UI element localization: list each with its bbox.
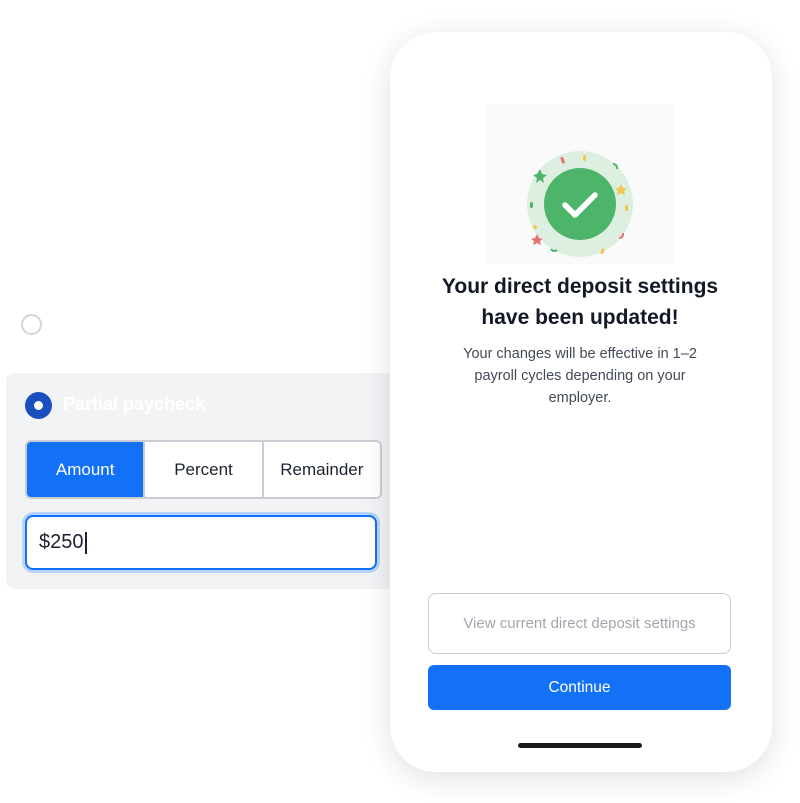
allocation-type-segmented-control: Amount Percent Remainder [25, 440, 382, 499]
continue-button[interactable]: Continue [428, 665, 731, 710]
confirmation-body: Your changes will be effective in 1–2 pa… [445, 343, 715, 409]
body-line-1: Your changes will be effective in 1–2 [463, 346, 697, 362]
text-cursor [84, 531, 87, 554]
confirmation-headline: Your direct deposit settings have been u… [410, 271, 750, 333]
radio-selected-dot [34, 401, 43, 410]
headline-line-1: Your direct deposit settings [441, 275, 719, 298]
radio-partial-paycheck[interactable] [25, 392, 52, 419]
headline-line-2: have been updated! [481, 306, 679, 329]
segment-amount[interactable]: Amount [27, 442, 144, 497]
success-illustration [527, 151, 633, 257]
partial-paycheck-panel: Partial paycheck Amount Percent Remainde… [6, 373, 406, 589]
amount-input-value: $250 [39, 531, 84, 553]
success-circle [544, 168, 616, 240]
home-indicator [518, 743, 642, 748]
body-line-2: payroll cycles depending on your [474, 368, 686, 384]
amount-input[interactable]: $250 [25, 515, 377, 570]
view-settings-button[interactable]: View current direct deposit settings [428, 593, 731, 654]
radio-full-paycheck[interactable] [21, 314, 42, 335]
body-line-3: employer. [548, 390, 612, 406]
segment-remainder[interactable]: Remainder [261, 442, 380, 497]
phone-screen: Your direct deposit settings have been u… [390, 32, 772, 772]
partial-paycheck-label: Partial paycheck [63, 394, 206, 414]
segment-percent[interactable]: Percent [143, 442, 262, 497]
